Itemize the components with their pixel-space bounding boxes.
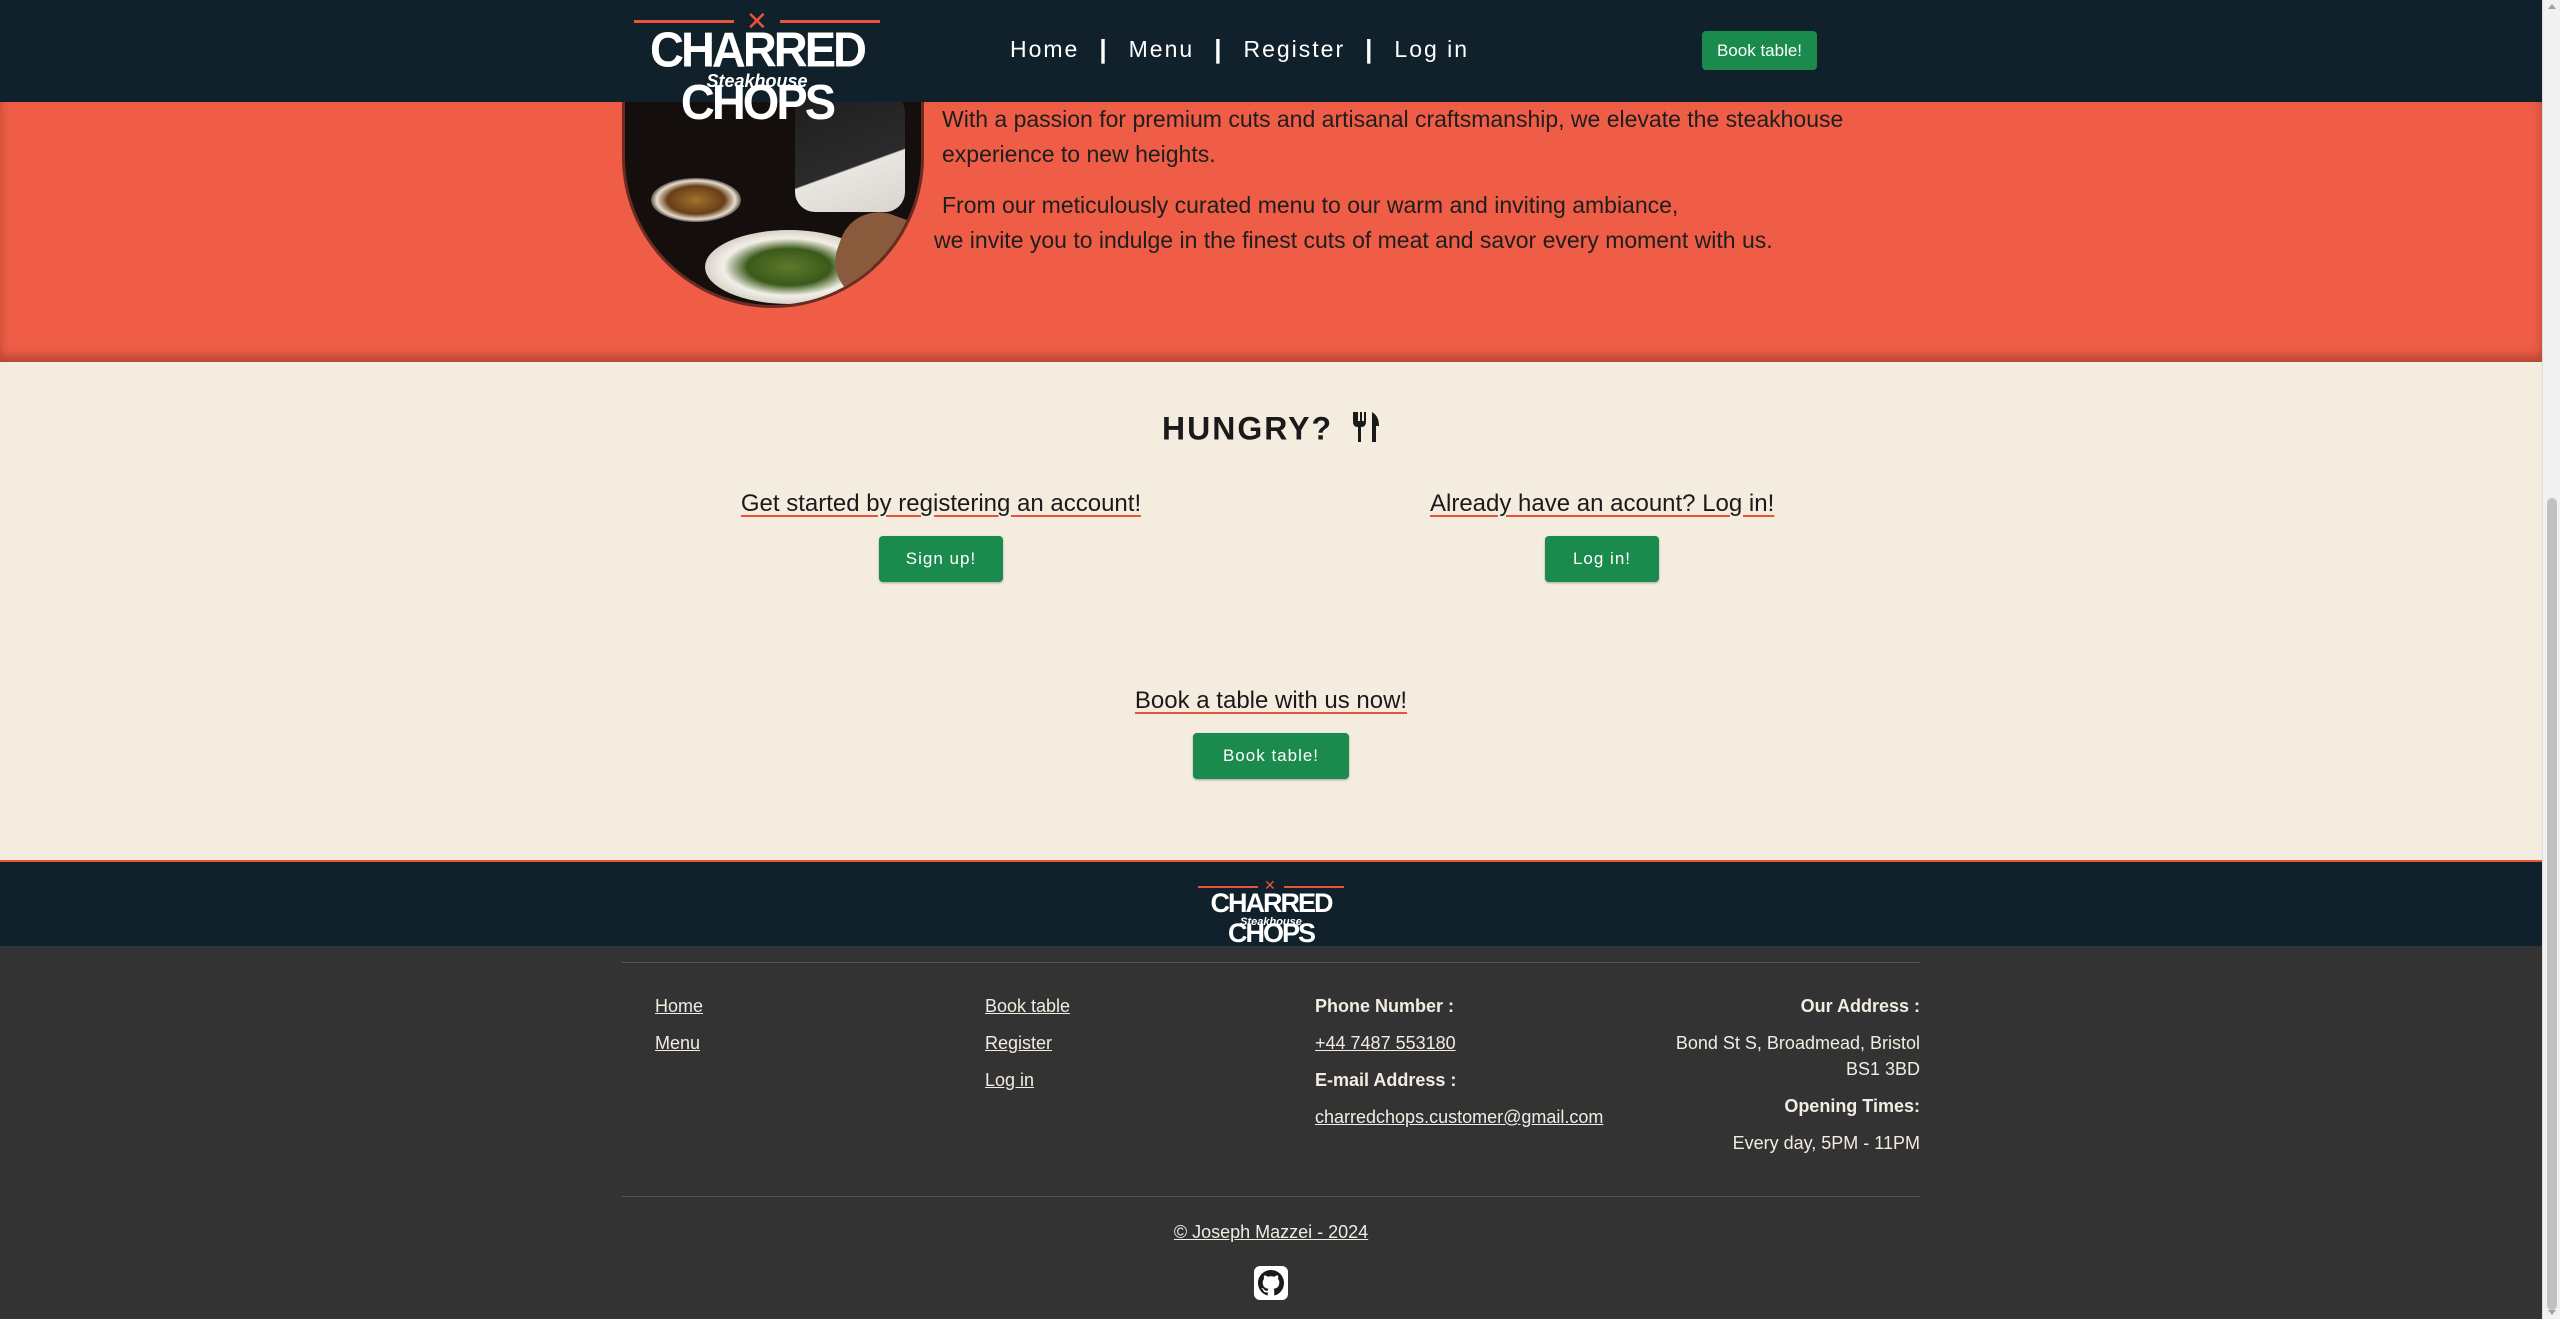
phone-label: Phone Number : xyxy=(1315,996,1455,1016)
book-cta-text: Book a table with us now! xyxy=(1134,687,1408,714)
cutlery-icon xyxy=(1350,410,1380,452)
book-cta: Book a table with us now! Book table! xyxy=(1130,687,1412,779)
scroll-thumb[interactable] xyxy=(2547,498,2557,1310)
scroll-up-arrow[interactable] xyxy=(2548,4,2556,9)
book-table-button[interactable]: Book table! xyxy=(1193,733,1349,779)
email-label: E-mail Address : xyxy=(1315,1070,1457,1090)
footer-col-location: Our Address : Bond St S, Broadmead, Bris… xyxy=(1640,988,1920,1162)
register-cta: Get started by registering an account! S… xyxy=(740,490,1142,582)
login-cta-text: Already have an acount? Log in! xyxy=(1430,490,1775,517)
copyright: © Joseph Mazzei - 2024 xyxy=(0,1222,2542,1243)
nav-separator: | xyxy=(1365,33,1375,64)
about-paragraph-1: With a passion for premium cuts and arti… xyxy=(942,106,1844,167)
nav-book-table-button[interactable]: Book table! xyxy=(1702,31,1817,70)
nav-home[interactable]: Home xyxy=(1010,36,1079,63)
footer-logo[interactable]: ✕ CHARRED CHOPS Steakhouse xyxy=(1194,878,1348,948)
about-paragraph-2-line-2: we invite you to indulge in the finest c… xyxy=(934,227,1773,253)
github-icon[interactable] xyxy=(1254,1266,1288,1300)
login-cta: Already have an acount? Log in! Log in! xyxy=(1430,490,1774,582)
footer-link-home[interactable]: Home xyxy=(655,996,703,1016)
chef-serving-photo xyxy=(622,102,924,308)
footer-logo-tagline: Steakhouse xyxy=(1240,916,1302,928)
footer-link-login[interactable]: Log in xyxy=(985,1070,1034,1090)
scroll-down-arrow[interactable] xyxy=(2548,1310,2556,1315)
navbar: ✕ CHARRED CHOPS Steakhouse Home | Menu |… xyxy=(0,0,2542,128)
footer: Home Menu Book table Register Log in Pho… xyxy=(0,946,2542,1319)
footer-col-contact: Phone Number : +44 7487 553180 E-mail Ad… xyxy=(1315,988,1603,1136)
opening-times-text: Every day, 5PM - 11PM xyxy=(1732,1133,1920,1153)
nav-login[interactable]: Log in xyxy=(1394,36,1469,63)
log-in-button[interactable]: Log in! xyxy=(1545,536,1659,582)
nav-separator: | xyxy=(1099,33,1109,64)
footer-col-actions: Book table Register Log in xyxy=(985,988,1070,1099)
brand-logo[interactable]: ✕ CHARRED CHOPS Steakhouse xyxy=(628,8,886,128)
nav-register[interactable]: Register xyxy=(1243,36,1345,63)
footer-link-menu[interactable]: Menu xyxy=(655,1033,700,1053)
sign-up-button[interactable]: Sign up! xyxy=(879,536,1003,582)
address-text: Bond St S, Broadmead, Bristol BS1 3BD xyxy=(1675,1033,1920,1079)
phone-link[interactable]: +44 7487 553180 xyxy=(1315,1033,1456,1053)
about-text: With a passion for premium cuts and arti… xyxy=(934,102,1874,274)
logo-tagline: Steakhouse xyxy=(706,71,808,91)
footer-link-register[interactable]: Register xyxy=(985,1033,1052,1053)
about-section: With a passion for premium cuts and arti… xyxy=(0,102,2542,362)
main-nav: Home | Menu | Register | Log in xyxy=(1010,26,1469,72)
footer-divider-top xyxy=(622,962,1920,963)
opening-times-label: Opening Times: xyxy=(1784,1096,1920,1116)
email-link[interactable]: charredchops.customer@gmail.com xyxy=(1315,1107,1603,1127)
plate-back xyxy=(651,178,741,222)
about-paragraph-2: From our meticulously curated menu to ou… xyxy=(934,188,1874,258)
register-cta-text: Get started by registering an account! xyxy=(740,490,1142,517)
hungry-heading: HUNGRY? xyxy=(0,410,2542,452)
page-scrollbar[interactable] xyxy=(2542,0,2560,1319)
footer-col-pages: Home Menu xyxy=(655,988,703,1062)
about-paragraph-2-line-1: From our meticulously curated menu to ou… xyxy=(942,192,1679,218)
footer-divider-bottom xyxy=(622,1196,1920,1197)
nav-separator: | xyxy=(1214,33,1224,64)
footer-link-book-table[interactable]: Book table xyxy=(985,996,1070,1016)
nav-menu[interactable]: Menu xyxy=(1129,36,1195,63)
copyright-text[interactable]: © Joseph Mazzei - 2024 xyxy=(1174,1222,1368,1242)
address-label: Our Address : xyxy=(1800,996,1920,1016)
hungry-title-text: HUNGRY? xyxy=(1162,410,1334,447)
